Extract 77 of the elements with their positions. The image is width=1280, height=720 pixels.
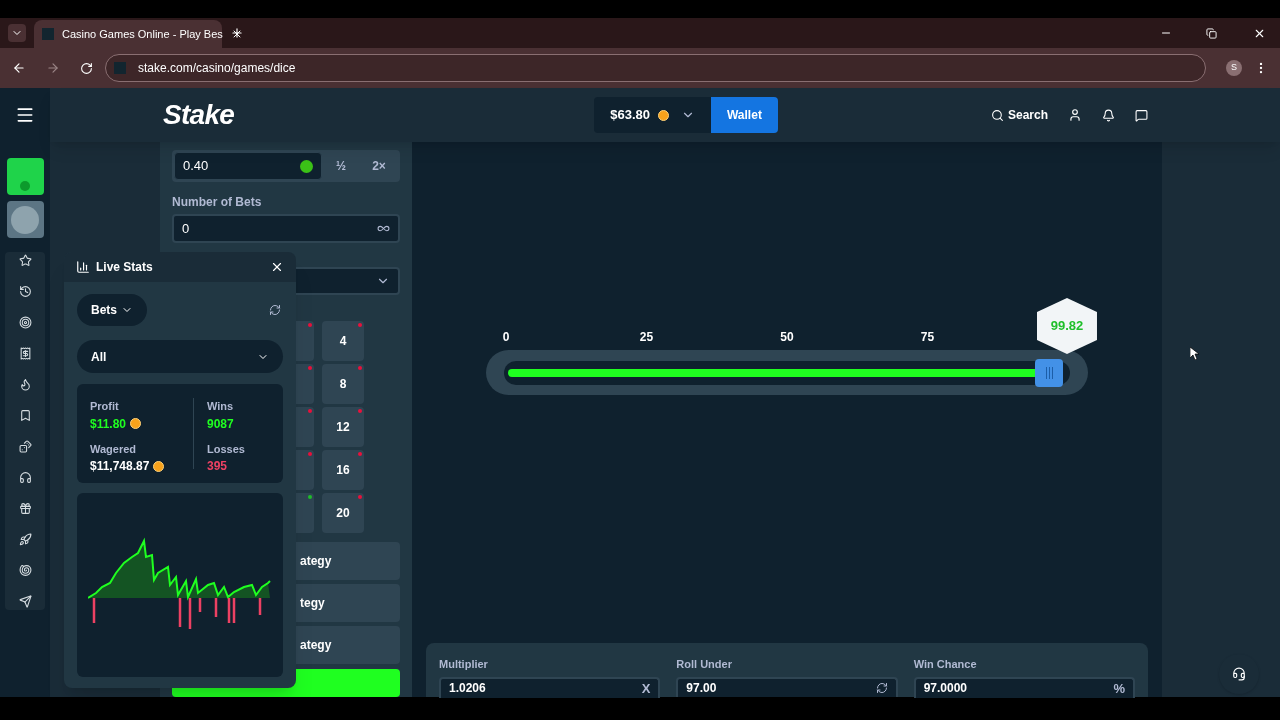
filter-select[interactable]: All xyxy=(77,340,283,373)
strategy-cell[interactable]: 16 xyxy=(322,449,364,490)
address-field[interactable]: stake.com/casino/games/dice xyxy=(105,54,1206,82)
chart-icon xyxy=(76,260,90,274)
unit-label: % xyxy=(1113,679,1125,698)
tab-title: Casino Games Online - Play Bes xyxy=(62,26,223,42)
target-icon[interactable] xyxy=(18,316,32,329)
scale-label: 0 xyxy=(502,329,510,346)
stat-label: Losses xyxy=(207,441,245,457)
scale-label: 50 xyxy=(780,329,794,346)
wins-value: 9087 xyxy=(207,415,235,433)
number-of-bets-field[interactable]: 0 xyxy=(172,214,400,243)
window-title: Live Stats xyxy=(96,259,154,276)
wagered-value: $11,748.87 xyxy=(90,458,150,475)
losses-value: 395 xyxy=(207,458,229,475)
refresh-icon[interactable] xyxy=(875,681,888,694)
gift-icon[interactable] xyxy=(18,502,32,515)
profit-value: $11.80 xyxy=(90,415,127,433)
back-icon[interactable] xyxy=(12,61,26,75)
profile-avatar[interactable]: S xyxy=(1226,60,1242,76)
send-icon[interactable] xyxy=(18,595,32,608)
menu-icon[interactable] xyxy=(15,105,35,125)
unit-label: X xyxy=(641,679,651,698)
notification-icon[interactable] xyxy=(1102,108,1115,122)
bets-dropdown[interactable]: Bets xyxy=(77,294,147,326)
field-label: Number of Bets xyxy=(172,194,263,212)
input-field[interactable]: 1.0206 X xyxy=(439,676,661,698)
headset-icon xyxy=(1232,667,1246,681)
tab-list-button[interactable] xyxy=(8,24,26,42)
game-tile[interactable] xyxy=(6,201,44,238)
wallet-button[interactable]: Wallet xyxy=(711,97,778,133)
game-tile[interactable] xyxy=(6,158,44,195)
shell-icon[interactable] xyxy=(18,564,32,577)
dollar-icon xyxy=(300,159,313,173)
strategy-cell[interactable]: 20 xyxy=(322,492,364,533)
headphones-icon[interactable] xyxy=(18,471,32,484)
star-icon[interactable] xyxy=(18,254,32,267)
coin-icon xyxy=(130,418,142,429)
scale-label: 25 xyxy=(639,329,654,346)
search-icon xyxy=(990,108,1004,122)
url-text: stake.com/casino/games/dice xyxy=(138,60,296,77)
coin-icon xyxy=(153,460,165,472)
input-field[interactable]: 97.0000 % xyxy=(913,676,1135,698)
strategy-cell[interactable]: 8 xyxy=(322,363,364,404)
logo[interactable]: Stake xyxy=(163,94,235,136)
user-icon[interactable] xyxy=(1068,108,1082,122)
history-icon[interactable] xyxy=(18,285,32,298)
double-button[interactable]: 2× xyxy=(360,152,398,181)
strategy-cell[interactable]: 4 xyxy=(322,320,364,361)
search-button[interactable]: Search xyxy=(990,106,1048,124)
receipt-icon[interactable] xyxy=(18,347,32,360)
stat-label: Wins xyxy=(207,399,235,414)
strategy-cell[interactable]: 12 xyxy=(322,406,364,447)
slider-thumb[interactable] xyxy=(1035,358,1064,387)
coin-icon xyxy=(658,109,669,121)
field-label: Win Chance xyxy=(913,657,978,672)
favicon-icon xyxy=(42,28,54,40)
bookmark-icon[interactable] xyxy=(18,409,32,422)
input-field[interactable]: 97.00 xyxy=(676,676,898,697)
restore-icon[interactable] xyxy=(1206,27,1217,39)
field-label: Multiplier xyxy=(439,657,489,672)
site-icon xyxy=(114,62,126,74)
field-label: Roll Under xyxy=(676,657,733,672)
stat-label: Profit xyxy=(90,399,120,414)
half-button[interactable]: ½ xyxy=(322,152,360,181)
scale-label: 75 xyxy=(920,329,935,346)
balance-display[interactable]: $63.80 xyxy=(594,97,711,133)
forward-icon[interactable] xyxy=(46,61,60,75)
chat-icon[interactable] xyxy=(1135,108,1148,122)
refresh-icon[interactable] xyxy=(269,304,281,316)
dice-icon[interactable] xyxy=(18,440,32,453)
reload-icon[interactable] xyxy=(80,61,93,75)
cursor-icon xyxy=(1190,347,1199,360)
flame-icon[interactable] xyxy=(18,378,32,391)
rocket-icon[interactable] xyxy=(18,533,32,546)
stat-label: Wagered xyxy=(90,441,138,457)
bet-amount-field[interactable]: 0.40 xyxy=(174,152,322,181)
